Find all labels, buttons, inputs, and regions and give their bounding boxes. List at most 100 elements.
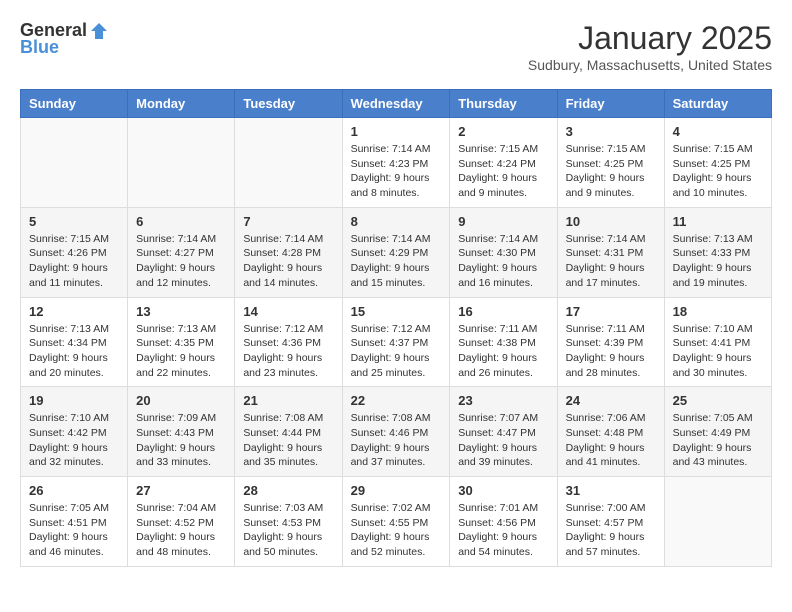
- calendar-cell: 28 Sunrise: 7:03 AM Sunset: 4:53 PM Dayli…: [235, 477, 342, 567]
- day-number: 18: [673, 304, 763, 319]
- calendar-cell: 6 Sunrise: 7:14 AM Sunset: 4:27 PM Daylig…: [128, 207, 235, 297]
- day-info: Sunrise: 7:08 AM Sunset: 4:46 PM Dayligh…: [351, 411, 442, 470]
- calendar-cell: [21, 118, 128, 208]
- calendar-table: SundayMondayTuesdayWednesdayThursdayFrid…: [20, 89, 772, 567]
- day-number: 8: [351, 214, 442, 229]
- calendar-cell: 7 Sunrise: 7:14 AM Sunset: 4:28 PM Daylig…: [235, 207, 342, 297]
- calendar-cell: 20 Sunrise: 7:09 AM Sunset: 4:43 PM Dayli…: [128, 387, 235, 477]
- day-info: Sunrise: 7:11 AM Sunset: 4:38 PM Dayligh…: [458, 322, 548, 381]
- day-info: Sunrise: 7:14 AM Sunset: 4:28 PM Dayligh…: [243, 232, 333, 291]
- day-number: 12: [29, 304, 119, 319]
- calendar-cell: 19 Sunrise: 7:10 AM Sunset: 4:42 PM Dayli…: [21, 387, 128, 477]
- day-number: 22: [351, 393, 442, 408]
- page-header: General Blue January 2025 Sudbury, Massa…: [20, 20, 772, 73]
- day-number: 13: [136, 304, 226, 319]
- day-info: Sunrise: 7:15 AM Sunset: 4:26 PM Dayligh…: [29, 232, 119, 291]
- calendar-cell: 27 Sunrise: 7:04 AM Sunset: 4:52 PM Dayli…: [128, 477, 235, 567]
- logo-icon: [89, 21, 109, 41]
- day-info: Sunrise: 7:14 AM Sunset: 4:23 PM Dayligh…: [351, 142, 442, 201]
- day-number: 10: [566, 214, 656, 229]
- calendar-cell: [235, 118, 342, 208]
- calendar-cell: [128, 118, 235, 208]
- calendar-cell: 17 Sunrise: 7:11 AM Sunset: 4:39 PM Dayli…: [557, 297, 664, 387]
- day-info: Sunrise: 7:15 AM Sunset: 4:24 PM Dayligh…: [458, 142, 548, 201]
- calendar-cell: [664, 477, 771, 567]
- day-number: 26: [29, 483, 119, 498]
- month-title: January 2025: [528, 20, 772, 57]
- weekday-header: Tuesday: [235, 90, 342, 118]
- day-info: Sunrise: 7:01 AM Sunset: 4:56 PM Dayligh…: [458, 501, 548, 560]
- day-info: Sunrise: 7:10 AM Sunset: 4:41 PM Dayligh…: [673, 322, 763, 381]
- day-number: 14: [243, 304, 333, 319]
- day-number: 3: [566, 124, 656, 139]
- day-number: 19: [29, 393, 119, 408]
- day-number: 9: [458, 214, 548, 229]
- calendar-cell: 12Sunrise: 7:13 AM Sunset: 4:34 PM Dayli…: [21, 297, 128, 387]
- location-subtitle: Sudbury, Massachusetts, United States: [528, 57, 772, 73]
- calendar-week-row: 5Sunrise: 7:15 AM Sunset: 4:26 PM Daylig…: [21, 207, 772, 297]
- day-info: Sunrise: 7:05 AM Sunset: 4:51 PM Dayligh…: [29, 501, 119, 560]
- weekday-header: Sunday: [21, 90, 128, 118]
- calendar-cell: 21Sunrise: 7:08 AM Sunset: 4:44 PM Dayli…: [235, 387, 342, 477]
- day-number: 6: [136, 214, 226, 229]
- day-info: Sunrise: 7:14 AM Sunset: 4:31 PM Dayligh…: [566, 232, 656, 291]
- day-number: 1: [351, 124, 442, 139]
- day-number: 27: [136, 483, 226, 498]
- calendar-cell: 25 Sunrise: 7:05 AM Sunset: 4:49 PM Dayli…: [664, 387, 771, 477]
- day-info: Sunrise: 7:05 AM Sunset: 4:49 PM Dayligh…: [673, 411, 763, 470]
- day-info: Sunrise: 7:07 AM Sunset: 4:47 PM Dayligh…: [458, 411, 548, 470]
- day-number: 24: [566, 393, 656, 408]
- day-number: 7: [243, 214, 333, 229]
- weekday-header: Friday: [557, 90, 664, 118]
- calendar-week-row: 12Sunrise: 7:13 AM Sunset: 4:34 PM Dayli…: [21, 297, 772, 387]
- calendar-cell: 29 Sunrise: 7:02 AM Sunset: 4:55 PM Dayli…: [342, 477, 450, 567]
- calendar-cell: 16 Sunrise: 7:11 AM Sunset: 4:38 PM Dayli…: [450, 297, 557, 387]
- day-info: Sunrise: 7:13 AM Sunset: 4:35 PM Dayligh…: [136, 322, 226, 381]
- day-info: Sunrise: 7:03 AM Sunset: 4:53 PM Dayligh…: [243, 501, 333, 560]
- calendar-cell: 13 Sunrise: 7:13 AM Sunset: 4:35 PM Dayli…: [128, 297, 235, 387]
- day-number: 11: [673, 214, 763, 229]
- day-number: 15: [351, 304, 442, 319]
- day-info: Sunrise: 7:02 AM Sunset: 4:55 PM Dayligh…: [351, 501, 442, 560]
- calendar-cell: 18 Sunrise: 7:10 AM Sunset: 4:41 PM Dayli…: [664, 297, 771, 387]
- day-number: 17: [566, 304, 656, 319]
- day-number: 31: [566, 483, 656, 498]
- day-info: Sunrise: 7:11 AM Sunset: 4:39 PM Dayligh…: [566, 322, 656, 381]
- logo-blue-text: Blue: [20, 37, 59, 58]
- calendar-cell: 3Sunrise: 7:15 AM Sunset: 4:25 PM Daylig…: [557, 118, 664, 208]
- calendar-cell: 2Sunrise: 7:15 AM Sunset: 4:24 PM Daylig…: [450, 118, 557, 208]
- day-info: Sunrise: 7:14 AM Sunset: 4:27 PM Dayligh…: [136, 232, 226, 291]
- calendar-week-row: 26 Sunrise: 7:05 AM Sunset: 4:51 PM Dayli…: [21, 477, 772, 567]
- weekday-header: Wednesday: [342, 90, 450, 118]
- day-info: Sunrise: 7:12 AM Sunset: 4:37 PM Dayligh…: [351, 322, 442, 381]
- calendar-cell: 4Sunrise: 7:15 AM Sunset: 4:25 PM Daylig…: [664, 118, 771, 208]
- day-info: Sunrise: 7:10 AM Sunset: 4:42 PM Dayligh…: [29, 411, 119, 470]
- calendar-cell: 1 Sunrise: 7:14 AM Sunset: 4:23 PM Daylig…: [342, 118, 450, 208]
- day-info: Sunrise: 7:04 AM Sunset: 4:52 PM Dayligh…: [136, 501, 226, 560]
- day-number: 29: [351, 483, 442, 498]
- day-info: Sunrise: 7:09 AM Sunset: 4:43 PM Dayligh…: [136, 411, 226, 470]
- day-number: 16: [458, 304, 548, 319]
- calendar-cell: 30Sunrise: 7:01 AM Sunset: 4:56 PM Dayli…: [450, 477, 557, 567]
- day-info: Sunrise: 7:00 AM Sunset: 4:57 PM Dayligh…: [566, 501, 656, 560]
- day-info: Sunrise: 7:15 AM Sunset: 4:25 PM Dayligh…: [673, 142, 763, 201]
- calendar-cell: 8 Sunrise: 7:14 AM Sunset: 4:29 PM Daylig…: [342, 207, 450, 297]
- calendar-cell: 24 Sunrise: 7:06 AM Sunset: 4:48 PM Dayli…: [557, 387, 664, 477]
- weekday-header: Monday: [128, 90, 235, 118]
- day-info: Sunrise: 7:14 AM Sunset: 4:30 PM Dayligh…: [458, 232, 548, 291]
- calendar-week-row: 1 Sunrise: 7:14 AM Sunset: 4:23 PM Daylig…: [21, 118, 772, 208]
- calendar-week-row: 19 Sunrise: 7:10 AM Sunset: 4:42 PM Dayli…: [21, 387, 772, 477]
- calendar-cell: 9 Sunrise: 7:14 AM Sunset: 4:30 PM Daylig…: [450, 207, 557, 297]
- calendar-cell: 11 Sunrise: 7:13 AM Sunset: 4:33 PM Dayli…: [664, 207, 771, 297]
- day-info: Sunrise: 7:14 AM Sunset: 4:29 PM Dayligh…: [351, 232, 442, 291]
- day-number: 21: [243, 393, 333, 408]
- calendar-cell: 23Sunrise: 7:07 AM Sunset: 4:47 PM Dayli…: [450, 387, 557, 477]
- day-number: 25: [673, 393, 763, 408]
- day-number: 28: [243, 483, 333, 498]
- day-number: 20: [136, 393, 226, 408]
- title-area: January 2025 Sudbury, Massachusetts, Uni…: [528, 20, 772, 73]
- calendar-cell: 26 Sunrise: 7:05 AM Sunset: 4:51 PM Dayli…: [21, 477, 128, 567]
- logo: General Blue: [20, 20, 109, 58]
- day-info: Sunrise: 7:13 AM Sunset: 4:33 PM Dayligh…: [673, 232, 763, 291]
- day-info: Sunrise: 7:06 AM Sunset: 4:48 PM Dayligh…: [566, 411, 656, 470]
